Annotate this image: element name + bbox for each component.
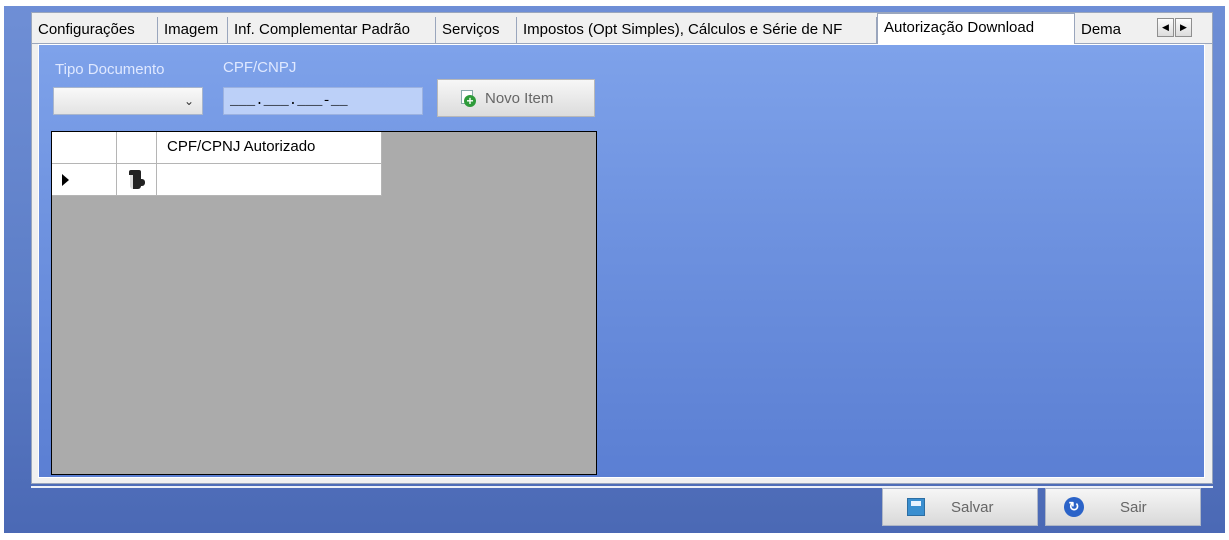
- tab-impostos[interactable]: Impostos (Opt Simples), Cálculos e Série…: [517, 17, 877, 43]
- right-border: [1225, 0, 1229, 540]
- cpf-cnpj-label: CPF/CNPJ: [223, 59, 297, 76]
- autorizacao-download-page: Tipo Documento CPF/CNPJ ⌄ ___.___.___-__…: [38, 44, 1205, 478]
- add-document-icon: +: [460, 89, 477, 107]
- exit-icon: ↻: [1064, 497, 1084, 517]
- save-button[interactable]: Salvar: [882, 488, 1038, 526]
- tab-configuracoes[interactable]: Configurações: [32, 17, 158, 43]
- tab-control: Configurações Imagem Inf. Complementar P…: [31, 12, 1213, 484]
- window-background: Configurações Imagem Inf. Complementar P…: [0, 0, 1229, 540]
- novo-item-label: Novo Item: [485, 89, 554, 107]
- tab-scroll-right-button[interactable]: ▶: [1175, 18, 1192, 37]
- save-icon: [907, 498, 925, 516]
- tab-autorizacao-download[interactable]: Autorização Download: [877, 13, 1075, 44]
- top-border: [0, 0, 1229, 6]
- delete-row-cell[interactable]: [117, 164, 157, 196]
- tipo-documento-select[interactable]: ⌄: [53, 87, 203, 115]
- arrow-left-icon: ◀: [1162, 22, 1169, 32]
- tab-inf-complementar[interactable]: Inf. Complementar Padrão: [228, 17, 436, 43]
- authorized-grid[interactable]: CPF/CPNJ Autorizado: [51, 131, 597, 475]
- tab-imagem[interactable]: Imagem: [158, 17, 228, 43]
- table-row[interactable]: [52, 164, 382, 196]
- trash-icon[interactable]: [127, 170, 145, 190]
- tab-servicos[interactable]: Serviços: [436, 17, 517, 43]
- save-label: Salvar: [951, 498, 994, 516]
- left-border: [0, 0, 4, 540]
- cpf-cnpj-input[interactable]: ___.___.___-__: [223, 87, 423, 115]
- exit-label: Sair: [1120, 498, 1147, 516]
- tipo-documento-label: Tipo Documento: [55, 61, 165, 78]
- exit-button[interactable]: ↻ Sair: [1045, 488, 1201, 526]
- tab-strip: Configurações Imagem Inf. Complementar P…: [32, 13, 1212, 44]
- current-row-arrow-icon: [62, 174, 69, 186]
- tab-demais[interactable]: Dema: [1075, 17, 1135, 43]
- novo-item-button[interactable]: + Novo Item: [437, 79, 595, 117]
- grid-header-row: CPF/CPNJ Autorizado: [52, 132, 382, 164]
- tab-scroll-left-button[interactable]: ◀: [1157, 18, 1174, 37]
- grid-header-cpf-cnpj[interactable]: CPF/CPNJ Autorizado: [157, 132, 382, 164]
- grid-header-rowselector: [52, 132, 117, 164]
- row-selector[interactable]: [52, 164, 117, 196]
- arrow-right-icon: ▶: [1180, 22, 1187, 32]
- cpf-cnpj-cell[interactable]: [157, 164, 382, 196]
- grid-header-delete: [117, 132, 157, 164]
- chevron-down-icon: ⌄: [183, 94, 195, 108]
- bottom-border: [0, 533, 1229, 540]
